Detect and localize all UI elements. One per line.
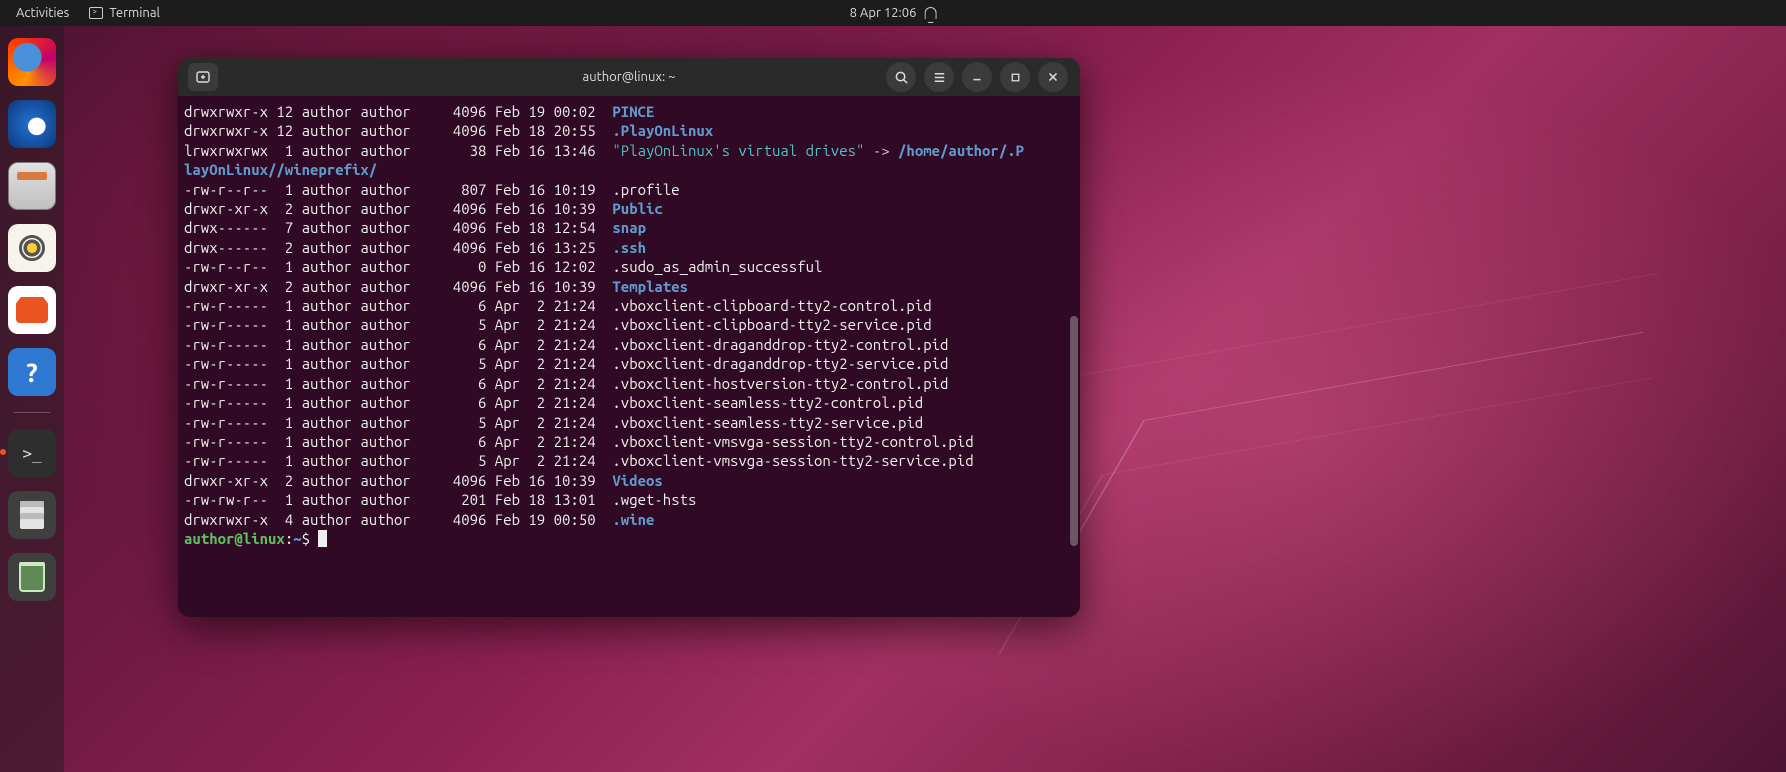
maximize-button[interactable] — [1000, 62, 1030, 92]
ls-row: drwx------ 2 author author 4096 Feb 16 1… — [184, 238, 1074, 257]
terminal-icon — [89, 7, 103, 19]
hamburger-icon — [932, 70, 947, 85]
terminal-cursor — [318, 530, 327, 547]
ls-row: drwxrwxr-x 12 author author 4096 Feb 19 … — [184, 102, 1074, 121]
ls-row-wrap: layOnLinux//wineprefix/ — [184, 160, 1074, 179]
ls-row: -rw-r----- 1 author author 6 Apr 2 21:24… — [184, 374, 1074, 393]
dock-app-texteditor[interactable] — [8, 491, 56, 539]
activities-button[interactable]: Activities — [16, 6, 69, 20]
ls-row: -rw-r----- 1 author author 5 Apr 2 21:24… — [184, 354, 1074, 373]
dock-app-thunderbird[interactable] — [8, 100, 56, 148]
search-button[interactable] — [886, 62, 916, 92]
ls-row: -rw-r----- 1 author author 5 Apr 2 21:24… — [184, 413, 1074, 432]
gnome-top-bar: Activities Terminal 8 Apr 12:06 — [0, 0, 1786, 26]
ls-row: lrwxrwxrwx 1 author author 38 Feb 16 13:… — [184, 141, 1074, 160]
ls-row: drwxr-xr-x 2 author author 4096 Feb 16 1… — [184, 277, 1074, 296]
ls-row: drwxr-xr-x 2 author author 4096 Feb 16 1… — [184, 471, 1074, 490]
clock[interactable]: 8 Apr 12:06 — [850, 6, 937, 20]
terminal-titlebar[interactable]: author@linux: ~ — [178, 58, 1080, 96]
ls-row: drwxrwxr-x 12 author author 4096 Feb 18 … — [184, 121, 1074, 140]
ubuntu-dock — [0, 26, 64, 772]
minimize-button[interactable] — [962, 62, 992, 92]
dock-app-files[interactable] — [8, 162, 56, 210]
ls-row: -rw-r--r-- 1 author author 807 Feb 16 10… — [184, 180, 1074, 199]
dock-app-rhythmbox[interactable] — [8, 224, 56, 272]
prompt-line[interactable]: author@linux:~$ — [184, 529, 1074, 548]
dock-app-help[interactable] — [8, 348, 56, 396]
app-menu[interactable]: Terminal — [89, 6, 160, 20]
ls-row: drwxrwxr-x 4 author author 4096 Feb 19 0… — [184, 510, 1074, 529]
ls-row: -rw-rw-r-- 1 author author 201 Feb 18 13… — [184, 490, 1074, 509]
close-button[interactable] — [1038, 62, 1068, 92]
dock-app-terminal[interactable] — [8, 429, 56, 477]
ls-row: -rw-r----- 1 author author 5 Apr 2 21:24… — [184, 451, 1074, 470]
terminal-scrollbar[interactable] — [1070, 316, 1078, 546]
ls-row: -rw-r----- 1 author author 6 Apr 2 21:24… — [184, 335, 1074, 354]
dock-app-software[interactable] — [8, 286, 56, 334]
ls-row: -rw-r--r-- 1 author author 0 Feb 16 12:0… — [184, 257, 1074, 276]
ls-row: drwx------ 7 author author 4096 Feb 18 1… — [184, 218, 1074, 237]
dock-separator — [14, 412, 50, 413]
ls-row: -rw-r----- 1 author author 6 Apr 2 21:24… — [184, 296, 1074, 315]
notification-bell-icon — [924, 7, 936, 19]
ls-row: drwxr-xr-x 2 author author 4096 Feb 16 1… — [184, 199, 1074, 218]
terminal-window: author@linux: ~ drwxrwxr-x 12 author aut… — [178, 58, 1080, 617]
dock-app-trash[interactable] — [8, 553, 56, 601]
maximize-icon — [1009, 71, 1022, 84]
clock-label: 8 Apr 12:06 — [850, 6, 917, 20]
app-menu-label: Terminal — [109, 6, 160, 20]
ls-row: -rw-r----- 1 author author 6 Apr 2 21:24… — [184, 432, 1074, 451]
search-icon — [894, 70, 909, 85]
dock-app-firefox[interactable] — [8, 38, 56, 86]
window-title: author@linux: ~ — [583, 70, 676, 84]
hamburger-menu-button[interactable] — [924, 62, 954, 92]
minimize-icon — [970, 70, 984, 84]
close-icon — [1046, 70, 1060, 84]
ls-row: -rw-r----- 1 author author 5 Apr 2 21:24… — [184, 315, 1074, 334]
ls-row: -rw-r----- 1 author author 6 Apr 2 21:24… — [184, 393, 1074, 412]
terminal-body[interactable]: drwxrwxr-x 12 author author 4096 Feb 19 … — [178, 96, 1080, 617]
new-tab-button[interactable] — [188, 63, 218, 91]
new-tab-icon — [195, 69, 211, 85]
